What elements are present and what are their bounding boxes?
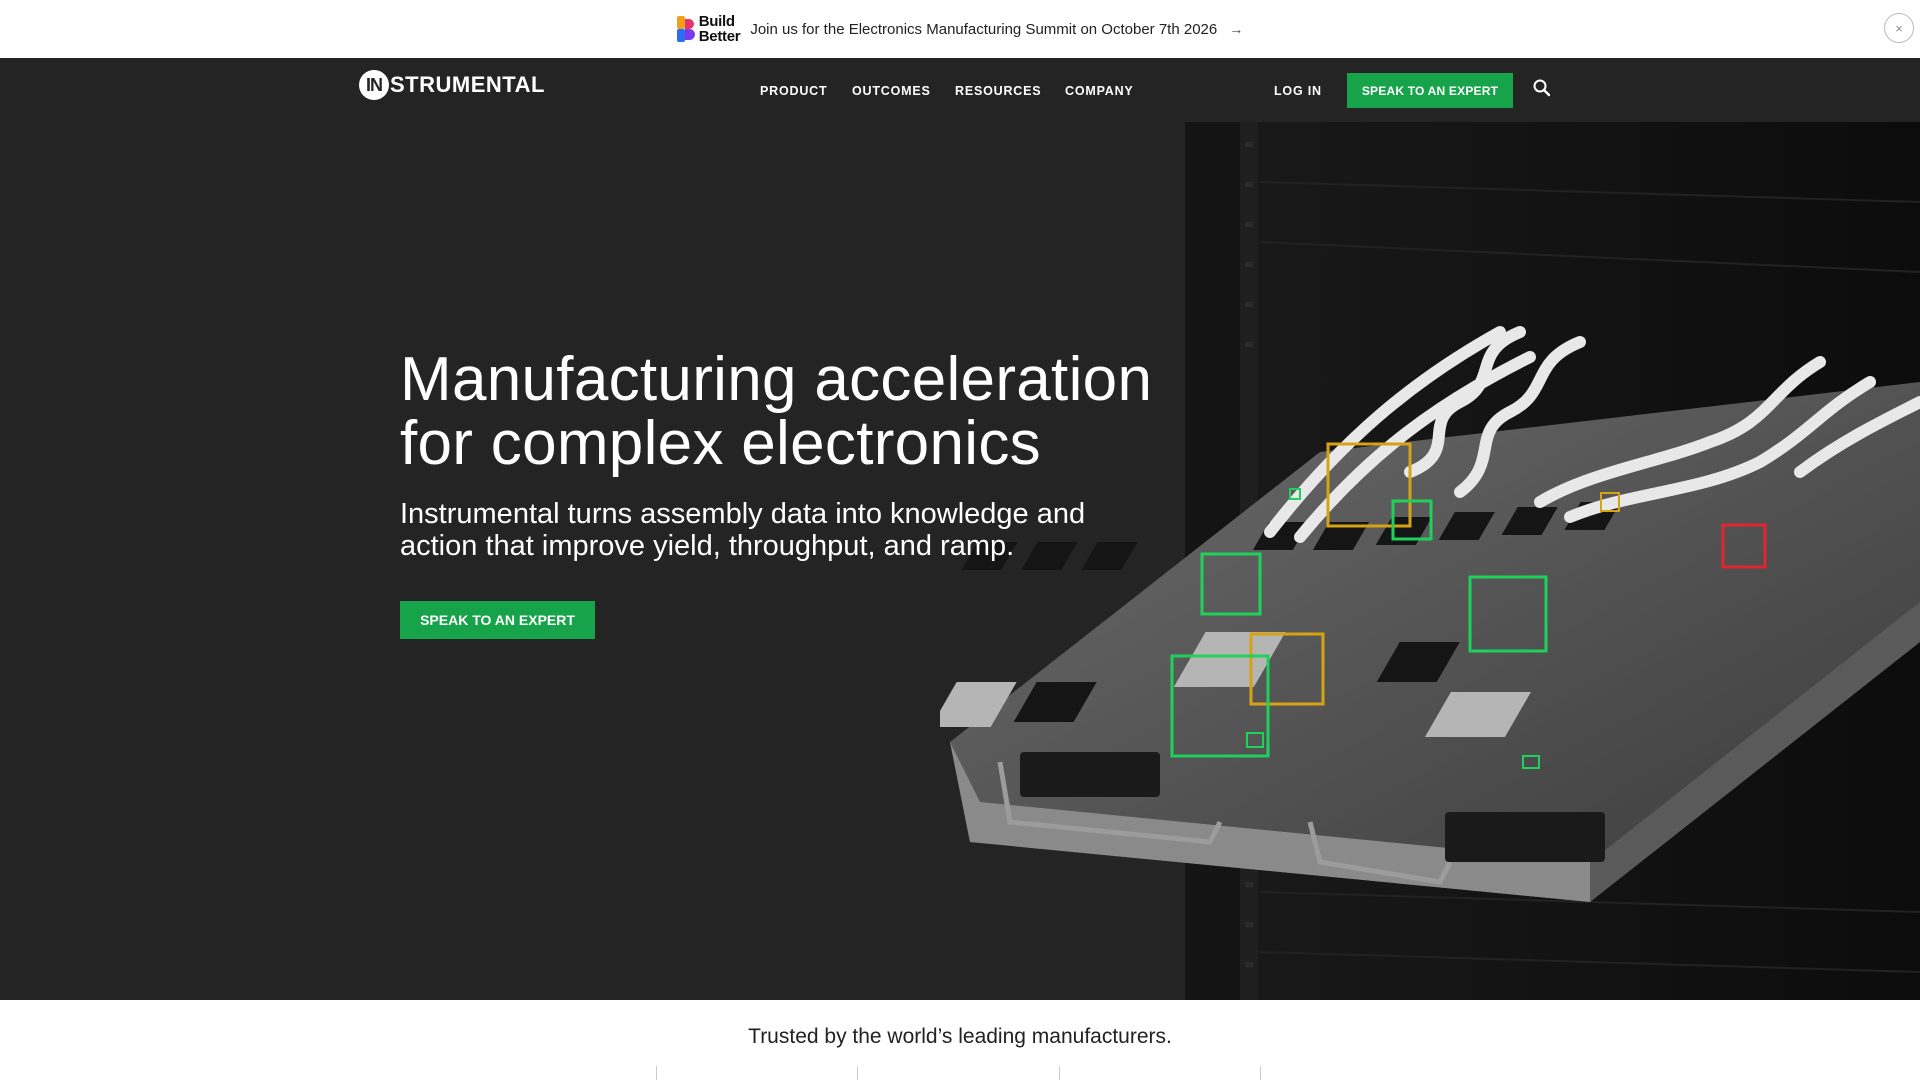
nav-resources[interactable]: RESOURCES	[955, 84, 1041, 98]
close-announcement-button[interactable]: ×	[1884, 13, 1914, 43]
nav-speak-to-expert-button[interactable]: SPEAK TO AN EXPERT	[1347, 73, 1513, 108]
main-nav: IN STRUMENTAL PRODUCT OUTCOMES RESOURCES…	[0, 58, 1920, 122]
hero-headline-line2: for complex electronics	[400, 409, 1041, 478]
build-better-mark-icon	[676, 16, 695, 42]
hero-speak-to-expert-button[interactable]: SPEAK TO AN EXPERT	[400, 601, 595, 639]
close-icon: ×	[1895, 20, 1903, 36]
logo-divider	[1260, 1066, 1261, 1080]
nav-outcomes[interactable]: OUTCOMES	[852, 84, 931, 98]
logo-divider	[1059, 1066, 1060, 1080]
hero-headline-line1: Manufacturing acceleration	[400, 345, 1153, 414]
arrow-right-icon[interactable]: →	[1229, 21, 1243, 37]
search-icon[interactable]	[1532, 78, 1552, 98]
hero-headline: Manufacturing acceleration for complex e…	[400, 348, 1200, 476]
nav-company[interactable]: COMPANY	[1065, 84, 1134, 98]
nav-product[interactable]: PRODUCT	[760, 84, 827, 98]
hero-subheadline-line2: action that improve yield, throughput, a…	[400, 530, 1015, 562]
trusted-heading: Trusted by the world’s leading manufactu…	[748, 1025, 1172, 1048]
announcement-bar[interactable]: Build Better Join us for the Electronics…	[0, 0, 1920, 58]
logo-divider	[857, 1066, 858, 1080]
logo-mark: IN	[359, 70, 389, 100]
hero-section: IN STRUMENTAL PRODUCT OUTCOMES RESOURCES…	[0, 58, 1920, 1000]
hero-subheadline: Instrumental turns assembly data into kn…	[400, 498, 1180, 562]
instrumental-logo[interactable]: IN STRUMENTAL	[359, 70, 545, 100]
announcement-message[interactable]: Join us for the Electronics Manufacturin…	[750, 21, 1217, 38]
logo-divider	[656, 1066, 657, 1080]
build-better-line1: Build	[698, 13, 735, 30]
hero-subheadline-line1: Instrumental turns assembly data into kn…	[400, 498, 1086, 530]
build-better-logo: Build Better	[676, 13, 741, 45]
logo-text: STRUMENTAL	[390, 72, 545, 97]
build-better-line2: Better	[698, 28, 741, 45]
login-link[interactable]: LOG IN	[1274, 84, 1322, 98]
trusted-section: Trusted by the world’s leading manufactu…	[0, 1000, 1920, 1080]
